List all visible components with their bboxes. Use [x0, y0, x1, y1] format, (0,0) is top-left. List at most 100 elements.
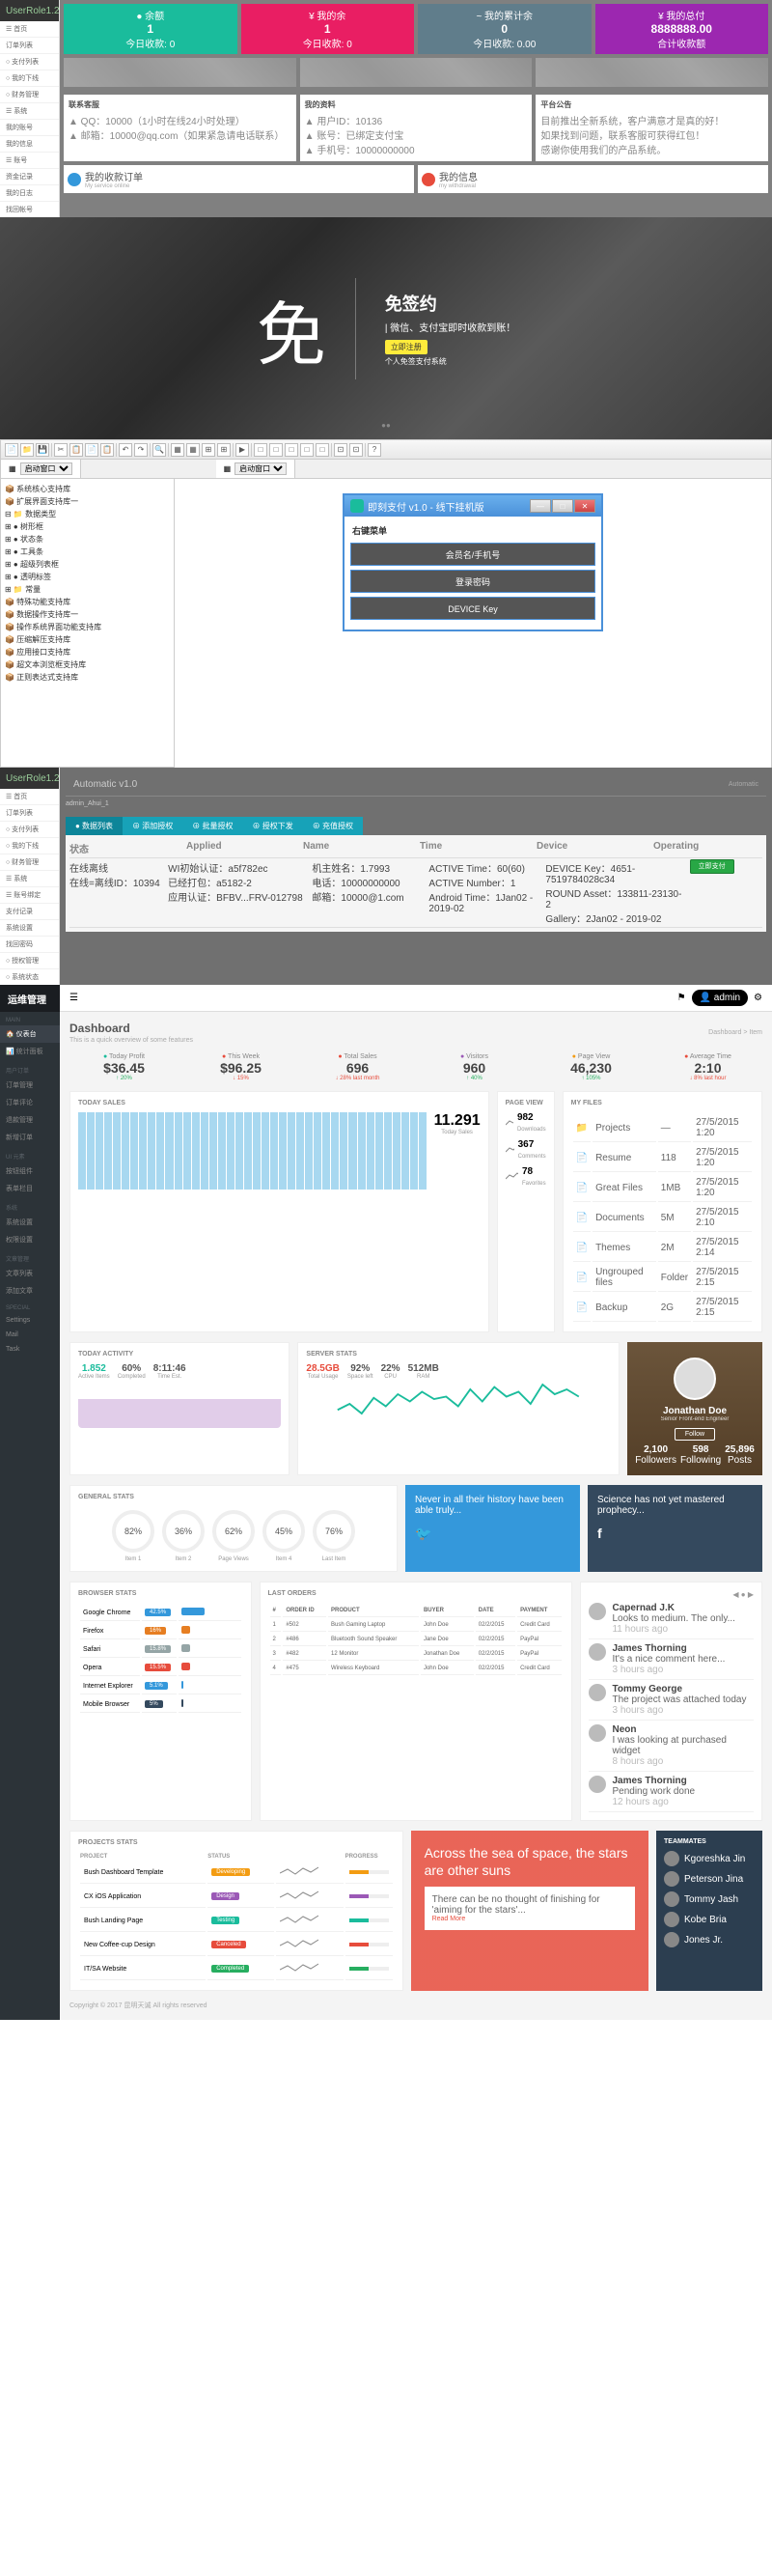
nav-item[interactable]: 新增订单: [0, 1129, 60, 1146]
nav-item[interactable]: 按钮组件: [0, 1162, 60, 1180]
toolbar-button[interactable]: □: [285, 443, 298, 457]
tree-node[interactable]: 📦 特殊功能支持库: [5, 596, 170, 608]
tree-node[interactable]: ⊞ 📁 常量: [5, 583, 170, 596]
feed-item[interactable]: Capernad J.KLooks to medium. The only...…: [589, 1599, 754, 1639]
teammate[interactable]: Peterson Jina: [664, 1871, 755, 1887]
toolbar-button[interactable]: ▦: [186, 443, 200, 457]
nav-item[interactable]: 订单列表: [0, 805, 59, 822]
nav-item[interactable]: 文章列表: [0, 1265, 60, 1282]
nav-item[interactable]: ☰ 系统: [0, 871, 59, 887]
minimize-icon[interactable]: —: [530, 499, 551, 513]
nav-item[interactable]: 订单列表: [0, 38, 59, 54]
tab[interactable]: ⊕ 批量授权: [182, 817, 242, 835]
nav-item[interactable]: Mail: [0, 1328, 60, 1342]
device-key-field[interactable]: DEVICE Key: [350, 597, 595, 620]
project-row[interactable]: CX iOS ApplicationDesign: [80, 1886, 393, 1908]
tab[interactable]: ⊕ 添加授权: [123, 817, 182, 835]
nav-item[interactable]: 表单栏目: [0, 1180, 60, 1197]
toolbar-button[interactable]: 📄: [85, 443, 98, 457]
nav-item[interactable]: ○ 我的下线: [0, 838, 59, 854]
logo[interactable]: 运维管理: [0, 985, 60, 1012]
component-tree[interactable]: 📦 系统核心支持库📦 扩展界面支持库一 ⊟ 📁 数据类型 ⊞ ● 树形框 ⊞ ●…: [1, 479, 175, 769]
file-row[interactable]: 📁Projects—27/5/2015 1:20: [573, 1114, 752, 1142]
toolbar-button[interactable]: 🔍: [152, 443, 166, 457]
project-row[interactable]: New Coffee-cup DesignCanceled: [80, 1934, 393, 1956]
toolbar-button[interactable]: ⊞: [202, 443, 215, 457]
nav-item[interactable]: 添加文章: [0, 1282, 60, 1300]
toolbar-button[interactable]: ?: [368, 443, 381, 457]
tree-node[interactable]: ⊞ ● 透明标签: [5, 571, 170, 583]
nav-item[interactable]: ○ 支付列表: [0, 54, 59, 70]
nav-item[interactable]: 支付记录: [0, 904, 59, 920]
file-row[interactable]: 📄Documents5M27/5/2015 2:10: [573, 1204, 752, 1232]
nav-item[interactable]: 系统设置: [0, 920, 59, 937]
nav-item[interactable]: 订单评论: [0, 1094, 60, 1111]
nav-item[interactable]: 订单管理: [0, 1077, 60, 1094]
order-row[interactable]: 1#502Bush Gaming LaptopJohn Doe02/2/2015…: [270, 1619, 563, 1632]
toolbar-button[interactable]: 📁: [20, 443, 34, 457]
file-row[interactable]: 📄Backup2G27/5/2015 2:15: [573, 1294, 752, 1322]
close-icon[interactable]: ✕: [574, 499, 595, 513]
admin-badge[interactable]: 👤 admin: [692, 990, 748, 1006]
order-row[interactable]: 2#486Bluetooth Sound SpeakerJane Doe02/2…: [270, 1634, 563, 1646]
file-row[interactable]: 📄Themes2M27/5/2015 2:14: [573, 1234, 752, 1262]
file-row[interactable]: 📄Resume11827/5/2015 1:20: [573, 1144, 752, 1172]
tab[interactable]: ⊕ 授权下发: [243, 817, 303, 835]
space-card[interactable]: Across the sea of space, the stars are o…: [411, 1831, 648, 1991]
toolbar-button[interactable]: ↶: [119, 443, 132, 457]
nav-item[interactable]: 资金记录: [0, 169, 59, 185]
nav-item[interactable]: 系统设置: [0, 1214, 60, 1231]
tree-node[interactable]: ⊞ ● 状态条: [5, 533, 170, 546]
teammate[interactable]: Jones Jr.: [664, 1932, 755, 1947]
link-card[interactable]: 我的信息my withdrawal: [418, 165, 768, 193]
nav-item[interactable]: ☰ 首页: [0, 21, 59, 38]
tree-node[interactable]: 📦 超文本浏览框支持库: [5, 658, 170, 671]
teammate[interactable]: Tommy Jash: [664, 1891, 755, 1907]
read-more-link[interactable]: Read More: [432, 1916, 466, 1922]
titlebar[interactable]: 即刻支付 v1.0 - 线下挂机版 — □ ✕: [345, 495, 601, 517]
nav-item[interactable]: ☰ 账号: [0, 153, 59, 169]
feed-item[interactable]: Tommy GeorgeThe project was attached tod…: [589, 1680, 754, 1721]
tree-node[interactable]: 📦 正则表达式支持库: [5, 671, 170, 684]
toolbar-button[interactable]: □: [269, 443, 283, 457]
nav-item[interactable]: ○ 系统状态: [0, 969, 59, 986]
order-row[interactable]: 4#475Wireless KeyboardJohn Doe02/2/2015C…: [270, 1663, 563, 1675]
window-select-2[interactable]: 启动窗口: [234, 462, 287, 475]
nav-item[interactable]: 我的日志: [0, 185, 59, 202]
maximize-icon[interactable]: □: [552, 499, 573, 513]
project-row[interactable]: Bush Landing PageTesting: [80, 1910, 393, 1932]
nav-item[interactable]: Settings: [0, 1313, 60, 1328]
nav-item[interactable]: 🏠 仪表台: [0, 1025, 60, 1043]
avatar[interactable]: [674, 1358, 716, 1400]
toolbar-button[interactable]: ⊡: [334, 443, 347, 457]
feed-controls[interactable]: ◀ ● ▶: [589, 1590, 754, 1599]
twitter-card[interactable]: Never in all their history have been abl…: [405, 1485, 580, 1572]
toolbar-button[interactable]: ▶: [235, 443, 249, 457]
tab[interactable]: ▦ 启动窗口: [216, 460, 296, 478]
toolbar-button[interactable]: ⊞: [217, 443, 231, 457]
tree-node[interactable]: ⊞ ● 超级列表框: [5, 558, 170, 571]
tree-node[interactable]: 📦 数据操作支持库一: [5, 608, 170, 621]
tree-node[interactable]: 📦 扩展界面支持库一: [5, 495, 170, 508]
tree-node[interactable]: 📦 压缩解压支持库: [5, 633, 170, 646]
link-card[interactable]: 我的收款订单My service online: [64, 165, 414, 193]
register-button[interactable]: 立即注册: [385, 340, 427, 354]
tree-node[interactable]: 📦 操作系统界面功能支持库: [5, 621, 170, 633]
toolbar-button[interactable]: ↷: [134, 443, 148, 457]
nav-item[interactable]: 退款管理: [0, 1111, 60, 1129]
project-row[interactable]: Bush Dashboard TemplateDeveloping: [80, 1862, 393, 1884]
nav-item[interactable]: 找回密码: [0, 937, 59, 953]
stat-card[interactable]: ¥ 我的总付8888888.00合计收款额: [595, 4, 769, 54]
password-field[interactable]: 登录密码: [350, 570, 595, 593]
window-select[interactable]: 启动窗口: [20, 462, 72, 475]
nav-item[interactable]: Task: [0, 1342, 60, 1357]
teammate[interactable]: Kobe Bria: [664, 1912, 755, 1927]
nav-item[interactable]: ☰ 首页: [0, 789, 59, 805]
project-row[interactable]: IT/SA WebsiteCompleted: [80, 1958, 393, 1980]
pay-button[interactable]: 立即支付: [690, 859, 734, 874]
toolbar-button[interactable]: □: [254, 443, 267, 457]
tree-node[interactable]: 📦 应用接口支持库: [5, 646, 170, 658]
toolbar-button[interactable]: 📋: [69, 443, 83, 457]
tree-node[interactable]: 📦 系统核心支持库: [5, 483, 170, 495]
stat-card[interactable]: ● 余额1今日收款: 0: [64, 4, 237, 54]
